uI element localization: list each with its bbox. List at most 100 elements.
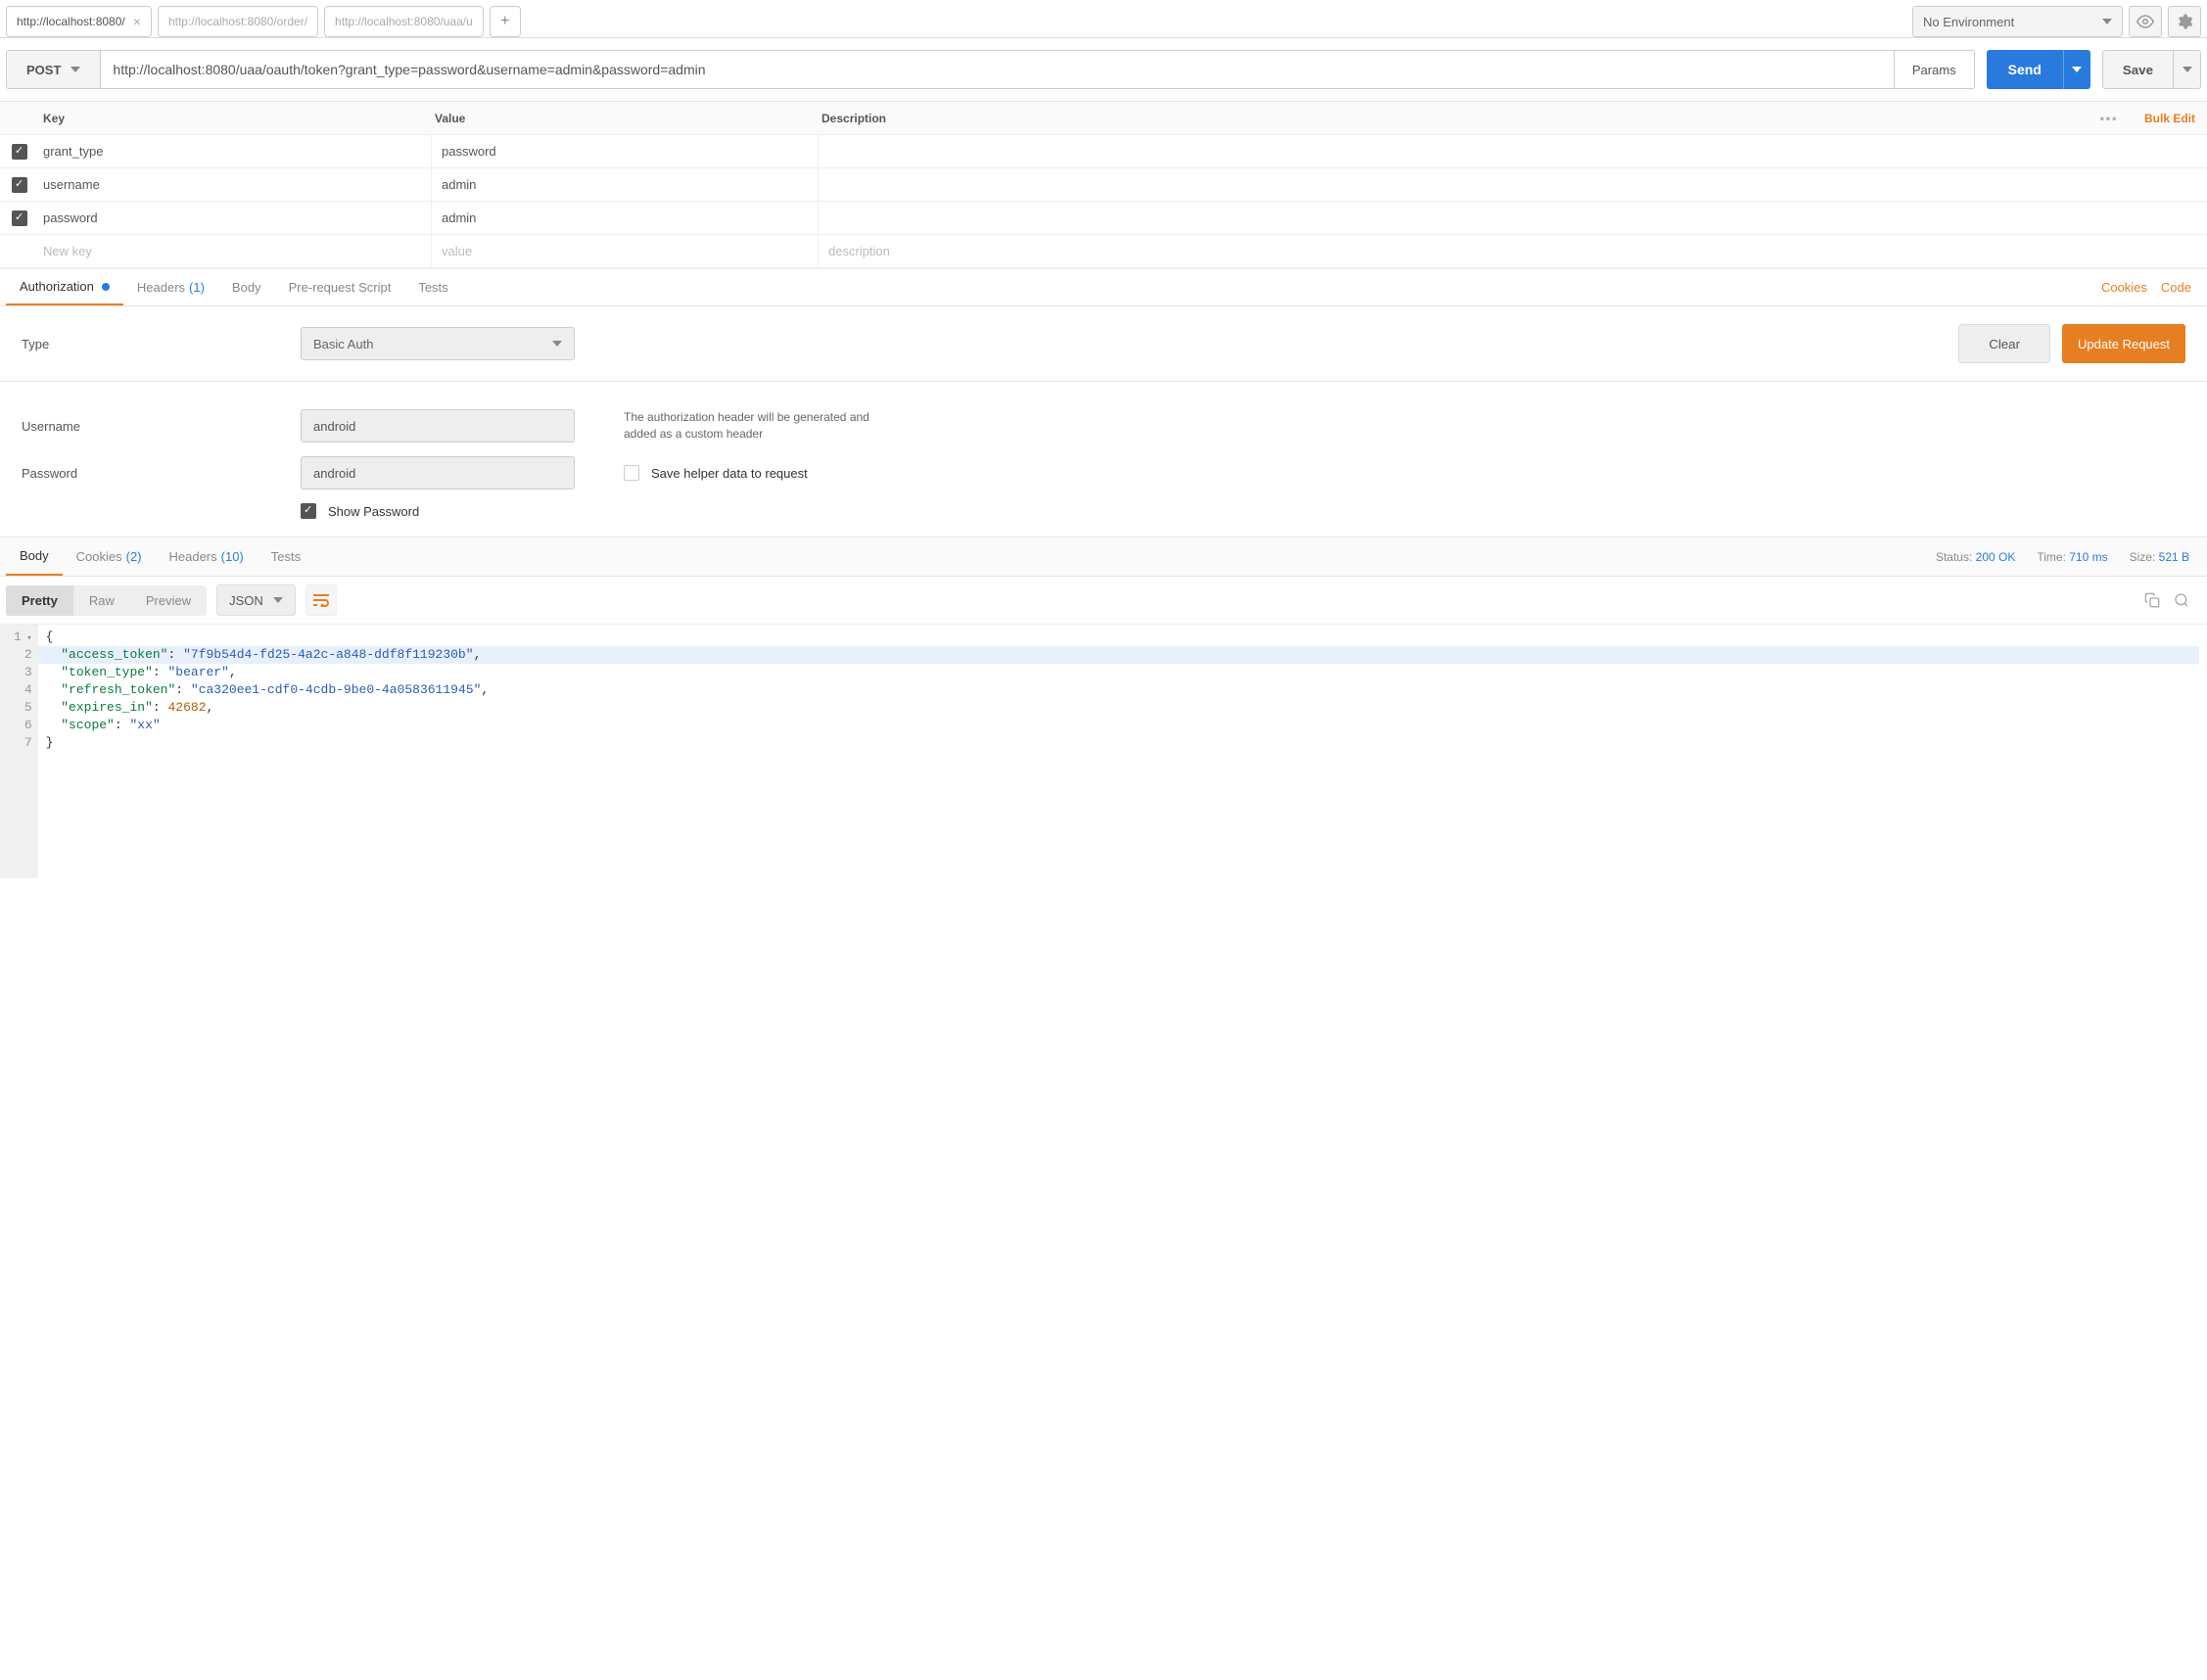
tab-prerequest[interactable]: Pre-request Script (275, 269, 405, 305)
tab-authorization[interactable]: Authorization (6, 269, 123, 305)
show-password-checkbox[interactable] (301, 503, 316, 519)
cookies-link[interactable]: Cookies (2101, 280, 2147, 295)
auth-help-text: The authorization header will be generat… (624, 409, 878, 443)
request-tab-label: http://localhost:8080/uaa/u (335, 15, 473, 28)
response-body-viewer[interactable]: 1234567 { "access_token": "7f9b54d4-fd25… (0, 624, 2207, 878)
param-key-input[interactable] (39, 235, 431, 267)
save-button[interactable]: Save (2102, 50, 2174, 89)
request-tab-0[interactable]: http://localhost:8080/ × (6, 6, 152, 37)
resp-tab-cookies[interactable]: Cookies (2) (63, 537, 156, 576)
method-select[interactable]: POST (6, 50, 101, 89)
request-tab-1[interactable]: http://localhost:8080/order/ (158, 6, 318, 37)
bulk-edit-link[interactable]: Bulk Edit (2144, 112, 2195, 125)
param-value-input[interactable] (431, 168, 818, 201)
environment-group: No Environment (1912, 6, 2201, 37)
send-options-button[interactable] (2063, 50, 2090, 89)
copy-button[interactable] (2142, 590, 2162, 610)
param-enabled-checkbox[interactable] (12, 210, 27, 226)
tab-count: (1) (189, 280, 205, 295)
size-label: Size: (2130, 550, 2156, 564)
param-value-input[interactable] (431, 235, 818, 267)
param-key-input[interactable] (39, 202, 431, 234)
view-pretty-button[interactable]: Pretty (6, 585, 73, 616)
url-input[interactable] (101, 50, 1894, 89)
password-label: Password (22, 466, 301, 481)
param-desc-input[interactable] (818, 135, 2207, 167)
eye-icon (2137, 13, 2154, 30)
view-mode-group: Pretty Raw Preview (6, 585, 207, 616)
param-desc-input[interactable] (818, 235, 2207, 267)
environment-selected: No Environment (1923, 15, 2014, 29)
col-header-key: Key (39, 112, 431, 125)
username-input[interactable] (301, 409, 575, 443)
tab-label: Tests (271, 549, 301, 564)
close-icon[interactable]: × (133, 14, 141, 29)
param-value-input[interactable] (431, 202, 818, 234)
add-tab-button[interactable]: + (490, 6, 521, 37)
request-tab-label: http://localhost:8080/order/ (168, 15, 307, 28)
param-value-input[interactable] (431, 135, 818, 167)
format-value: JSON (229, 593, 263, 608)
resp-tab-tests[interactable]: Tests (258, 537, 314, 576)
auth-type-value: Basic Auth (313, 337, 373, 351)
tab-tests[interactable]: Tests (404, 269, 461, 305)
params-button[interactable]: Params (1895, 50, 1975, 89)
send-button[interactable]: Send (1987, 50, 2063, 89)
param-row-new (0, 235, 2207, 268)
view-preview-button[interactable]: Preview (130, 585, 207, 616)
tab-headers[interactable]: Headers (1) (123, 269, 218, 305)
tab-label: Cookies (76, 549, 122, 564)
wrap-lines-button[interactable] (305, 584, 337, 616)
tab-body[interactable]: Body (218, 269, 275, 305)
param-enabled-checkbox[interactable] (12, 144, 27, 160)
chevron-down-icon (2072, 67, 2082, 72)
view-raw-button[interactable]: Raw (73, 585, 130, 616)
tab-count: (10) (221, 549, 244, 564)
param-row (0, 168, 2207, 202)
chevron-down-icon (273, 597, 283, 603)
code-link[interactable]: Code (2161, 280, 2191, 295)
response-toolbar: Pretty Raw Preview JSON (0, 577, 2207, 624)
clear-button[interactable]: Clear (1958, 324, 2050, 363)
auth-type-select[interactable]: Basic Auth (301, 327, 575, 360)
resp-tab-body[interactable]: Body (6, 537, 63, 576)
chevron-down-icon (70, 67, 80, 72)
chevron-down-icon (2183, 67, 2192, 72)
tab-label: Headers (169, 549, 217, 564)
update-request-button[interactable]: Update Request (2062, 324, 2185, 363)
param-row (0, 202, 2207, 235)
col-header-value: Value (431, 112, 818, 125)
param-key-input[interactable] (39, 168, 431, 201)
chevron-down-icon (552, 341, 562, 347)
param-row (0, 135, 2207, 168)
password-input[interactable] (301, 456, 575, 490)
settings-button[interactable] (2168, 6, 2201, 37)
search-icon (2174, 592, 2189, 608)
status-value: 200 OK (1976, 550, 2016, 564)
tab-label: Pre-request Script (289, 280, 392, 295)
copy-icon (2144, 592, 2160, 608)
param-enabled-checkbox[interactable] (12, 177, 27, 193)
save-options-button[interactable] (2174, 50, 2201, 89)
tab-label: Body (232, 280, 261, 295)
save-helper-checkbox[interactable] (624, 465, 639, 481)
auth-type-label: Type (22, 337, 301, 351)
tab-label: Tests (418, 280, 447, 295)
tab-label: Body (20, 548, 49, 563)
search-button[interactable] (2172, 590, 2191, 610)
request-builder-row: POST Params Send Save (0, 38, 2207, 102)
environment-select[interactable]: No Environment (1912, 6, 2123, 37)
size-value: 521 B (2159, 550, 2189, 564)
username-label: Username (22, 419, 301, 434)
param-desc-input[interactable] (818, 202, 2207, 234)
request-tab-2[interactable]: http://localhost:8080/uaa/u (324, 6, 484, 37)
auth-type-section: Type Basic Auth Clear Update Request (0, 306, 2207, 382)
format-select[interactable]: JSON (216, 584, 296, 616)
param-desc-input[interactable] (818, 168, 2207, 201)
params-more-button[interactable]: ••• (2090, 112, 2129, 125)
wrap-icon (312, 593, 330, 607)
resp-tab-headers[interactable]: Headers (10) (156, 537, 258, 576)
param-key-input[interactable] (39, 135, 431, 167)
environment-preview-button[interactable] (2129, 6, 2162, 37)
request-section-tabs: Authorization Headers (1) Body Pre-reque… (0, 269, 2207, 306)
